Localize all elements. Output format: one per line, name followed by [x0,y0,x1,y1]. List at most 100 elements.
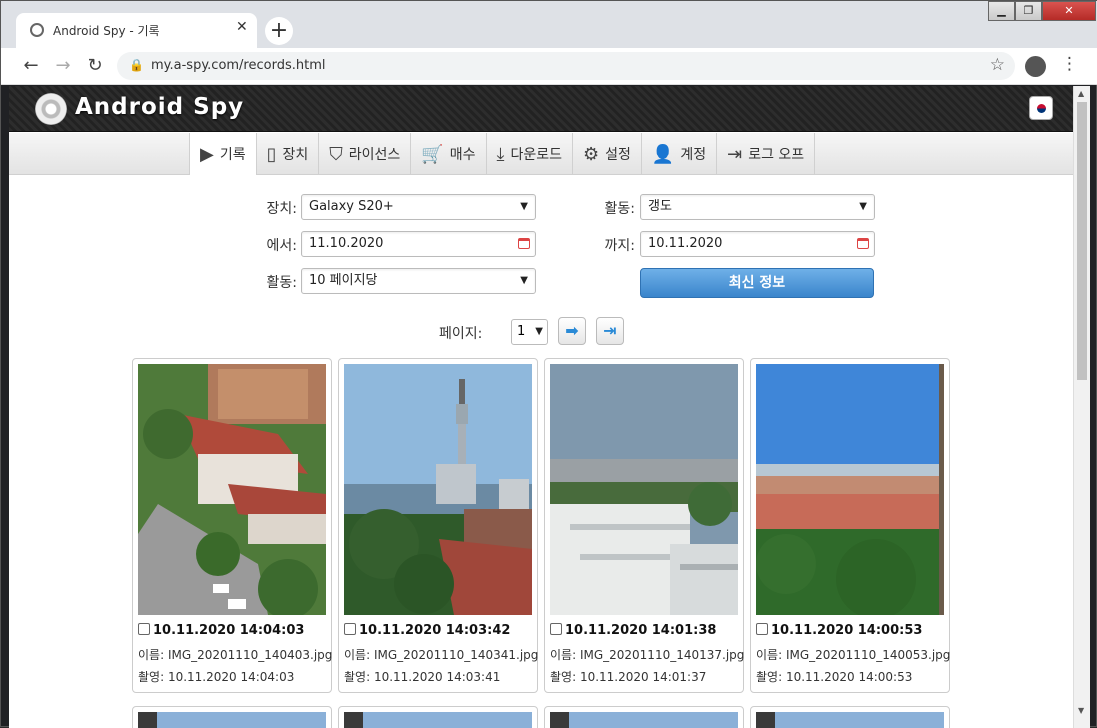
scroll-thumb[interactable] [1077,102,1087,380]
record-card[interactable]: 10.11.2020 14:03:42 이름: IMG_20201110_140… [338,358,538,693]
minimize-button[interactable]: ▁ [988,1,1015,21]
nav-label: 다운로드 [510,147,562,163]
record-photo[interactable] [756,364,944,615]
record-photo[interactable] [138,364,326,615]
from-date-field[interactable]: 11.10.2020 [301,231,536,257]
to-date-field[interactable]: 10.11.2020 [640,231,875,257]
scroll-down-icon[interactable]: ▼ [1078,706,1084,715]
lock-icon[interactable]: 🔒 [129,58,144,72]
nav-item-buy[interactable]: 🛒 매수 [410,133,485,175]
calendar-icon[interactable] [518,238,530,249]
per-page-select[interactable]: 10 페이지당 ▼ [301,268,536,294]
device-select[interactable]: Galaxy S20+ ▼ [301,194,536,220]
record-filename: 이름: IMG_20201110_140053.jpg [756,648,951,662]
record-shot-time: 촬영: 10.11.2020 14:03:41 [344,670,501,684]
record-shot-time: 촬영: 10.11.2020 14:01:37 [550,670,707,684]
record-card[interactable]: 10.11.2020 14:04:03 이름: IMG_20201110_140… [132,358,332,693]
reload-icon[interactable]: ↻ [83,54,107,78]
calendar-icon[interactable] [857,238,869,249]
record-shot-time: 촬영: 10.11.2020 14:04:03 [138,670,295,684]
aperture-icon [30,23,44,37]
scroll-up-icon[interactable]: ▲ [1078,89,1084,98]
record-time-text: 10.11.2020 14:03:42 [359,623,511,638]
select-checkbox[interactable] [550,623,562,635]
page-scrollbar[interactable]: ▲ ▼ [1073,86,1090,728]
record-time: 10.11.2020 14:00:53 [756,623,922,638]
chevron-down-icon: ▼ [859,201,867,212]
record-card-partial[interactable] [338,706,538,728]
nav-item-device[interactable]: ▯ 장치 [255,133,319,175]
back-arrow-icon[interactable]: ← [19,54,43,78]
nav-label: 매수 [449,147,476,163]
to-date-value: 10.11.2020 [648,236,723,251]
chevron-down-icon: ▼ [520,275,528,286]
record-time-text: 10.11.2020 14:00:53 [771,623,923,638]
window-close-button[interactable]: ✕ [1042,1,1096,21]
phone-icon: ▯ [266,143,277,165]
to-label: 까지: [604,238,635,254]
page-label: 페이지: [439,326,483,342]
chevron-down-icon: ▼ [520,201,528,212]
nav-item-download[interactable]: ⤓ 다운로드 [485,133,573,175]
close-tab-icon[interactable]: ✕ [236,19,248,35]
download-icon: ⤓ [496,143,505,165]
record-card-partial[interactable] [544,706,744,728]
record-card[interactable]: 10.11.2020 14:00:53 이름: IMG_20201110_140… [750,358,950,693]
from-label: 에서: [266,238,297,254]
record-card[interactable]: 10.11.2020 14:01:38 이름: IMG_20201110_140… [544,358,744,693]
user-icon: 👤 [651,143,675,165]
select-checkbox[interactable] [756,623,768,635]
forward-arrow-icon[interactable]: → [51,54,75,78]
record-card-partial[interactable] [750,706,950,728]
record-filename: 이름: IMG_20201110_140403.jpg [138,648,333,662]
cart-icon: 🛒 [421,143,444,165]
nav-label: 라이선스 [348,147,401,163]
tab-title: Android Spy - 기록 [53,24,160,38]
from-date-value: 11.10.2020 [309,236,384,251]
refresh-button[interactable]: 최신 정보 [640,268,874,298]
browser-tab[interactable]: Android Spy - 기록 ✕ [16,13,257,48]
nav-item-account[interactable]: 👤 계정 [640,133,716,175]
activity-select[interactable]: 갱도 ▼ [640,194,875,220]
record-photo[interactable] [344,364,532,615]
record-photo[interactable] [550,364,738,615]
korea-flag-icon[interactable] [1029,96,1053,120]
nav-item-settings[interactable]: ⚙ 설정 [572,133,641,175]
per-page-value: 10 페이지당 [309,273,378,288]
bookmark-star-icon[interactable]: ☆ [990,55,1005,75]
url-text[interactable]: my.a-spy.com/records.html [151,58,325,73]
last-page-button[interactable]: ⇥ [596,317,624,345]
record-card-partial[interactable] [132,706,332,728]
nav-label: 설정 [605,147,631,163]
record-time-text: 10.11.2020 14:01:38 [565,623,717,638]
chevron-down-icon: ▼ [535,326,543,337]
device-value: Galaxy S20+ [309,199,394,214]
nav-item-license[interactable]: ⛉ 라이선스 [318,133,410,175]
next-page-button[interactable]: ➡ [558,317,586,345]
gear-icon: ⚙ [583,143,600,165]
record-time: 10.11.2020 14:04:03 [138,623,304,638]
nav-label: 기록 [219,147,246,163]
nav-label: 장치 [282,147,309,163]
address-bar[interactable]: 🔒 my.a-spy.com/records.html ☆ [117,52,1015,80]
select-checkbox[interactable] [138,623,150,635]
per-page-label: 활동: [266,275,297,291]
menu-kebab-icon[interactable]: ⋮ [1061,54,1078,74]
tab-strip: Android Spy - 기록 ✕ + ▁ ❐ ✕ [1,1,1097,48]
new-tab-button[interactable]: + [265,17,293,45]
record-time: 10.11.2020 14:03:42 [344,623,510,638]
site-logo-text[interactable]: Android Spy [75,94,244,120]
maximize-button[interactable]: ❐ [1015,1,1042,21]
activity-value: 갱도 [648,199,672,214]
site-header: Android Spy [9,86,1073,132]
device-label: 장치: [266,201,297,217]
main-nav: ▶ 기록 ▯ 장치 ⛉ 라이선스 🛒 매수 ⤓ 다운로드 ⚙ 설정 👤 계정 ⇥… [9,133,1073,175]
record-time-text: 10.11.2020 14:04:03 [153,623,305,638]
nav-item-records[interactable]: ▶ 기록 [189,133,256,175]
arrow-last-icon: ⇥ [603,321,617,340]
select-checkbox[interactable] [344,623,356,635]
nav-item-logoff[interactable]: ⇥ 로그 오프 [716,133,816,175]
account-icon[interactable] [1025,56,1046,77]
browser-window: Android Spy - 기록 ✕ + ▁ ❐ ✕ ← → ↻ 🔒 my.a-… [0,0,1097,728]
page-select[interactable]: 1 ▼ [511,319,548,345]
